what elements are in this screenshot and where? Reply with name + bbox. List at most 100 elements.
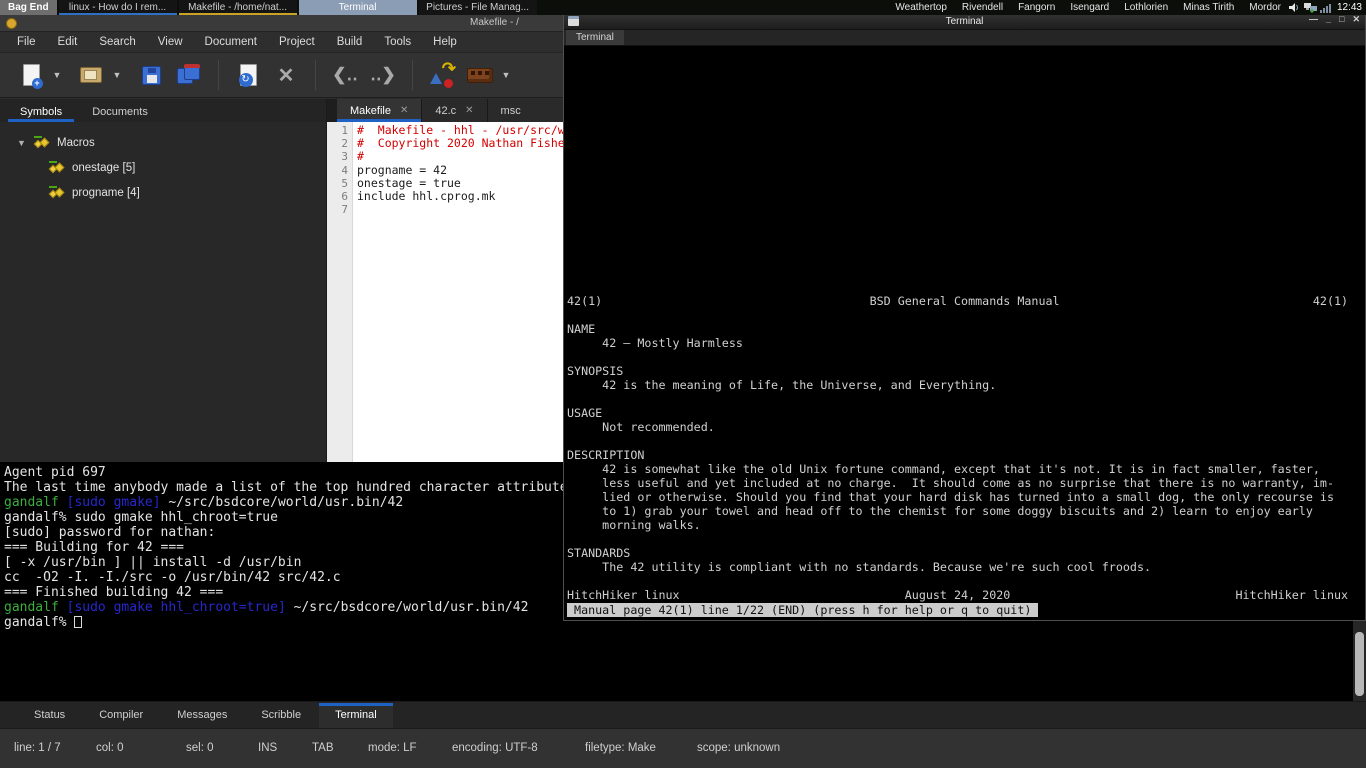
- macro-icon: [33, 135, 50, 150]
- menu-build[interactable]: Build: [328, 34, 372, 50]
- statusbar: line: 1 / 7 col: 0 sel: 0 INS TAB mode: …: [0, 728, 1366, 768]
- editor-tab-label: Makefile: [350, 104, 391, 117]
- status-insert-mode: INS: [258, 742, 278, 754]
- build-icon[interactable]: [461, 57, 499, 93]
- geany-app-icon: [6, 18, 17, 29]
- editor-tab-42c[interactable]: 42.c ✕: [422, 99, 488, 122]
- clock: 12:43: [1336, 2, 1362, 13]
- taskbar-window-terminal[interactable]: Terminal: [298, 0, 417, 15]
- signal-strength-icon[interactable]: [1319, 2, 1333, 13]
- menu-tools[interactable]: Tools: [375, 34, 420, 50]
- terminal-tab[interactable]: Terminal: [566, 30, 624, 45]
- tab-compiler[interactable]: Compiler: [83, 703, 159, 728]
- workspace-switcher: Weathertop Rivendell Fangorn Isengard Lo…: [895, 0, 1281, 15]
- geany-window-title: Makefile - /: [470, 17, 519, 28]
- status-selection: sel: 0: [186, 742, 214, 754]
- workspace-minas-tirith[interactable]: Minas Tirith: [1183, 2, 1234, 13]
- shade-button[interactable]: —: [1309, 14, 1318, 25]
- workspace-fangorn[interactable]: Fangorn: [1018, 2, 1055, 13]
- tree-item-label: Macros: [57, 136, 95, 149]
- tab-documents[interactable]: Documents: [80, 103, 160, 122]
- editor-tab-label: 42.c: [435, 104, 457, 117]
- menu-help[interactable]: Help: [424, 34, 466, 50]
- line-number-gutter: 1 2 3 4 5 6 7: [327, 122, 353, 462]
- navigate-forward-icon[interactable]: ‥❯: [364, 57, 402, 93]
- taskbar-menu-button[interactable]: Bag End: [0, 0, 57, 15]
- workspace-rivendell[interactable]: Rivendell: [962, 2, 1003, 13]
- menu-search[interactable]: Search: [90, 34, 144, 50]
- terminal-content[interactable]: 42(1) BSD General Commands Manual 42(1) …: [564, 46, 1365, 619]
- tree-item-label: progname [4]: [72, 186, 140, 199]
- taskbar-window-makefile[interactable]: Makefile - /home/nat...: [178, 0, 297, 15]
- menu-edit[interactable]: Edit: [49, 34, 87, 50]
- revert-icon[interactable]: ↻: [229, 57, 267, 93]
- system-tray: [1288, 0, 1333, 15]
- tab-close-icon[interactable]: ✕: [465, 105, 473, 116]
- minimize-button[interactable]: _: [1326, 14, 1331, 25]
- volume-icon[interactable]: [1288, 2, 1301, 13]
- open-file-icon[interactable]: [72, 57, 110, 93]
- tab-status[interactable]: Status: [18, 703, 81, 728]
- workspace-mordor[interactable]: Mordor: [1249, 2, 1281, 13]
- compile-icon[interactable]: ↷: [423, 57, 461, 93]
- tab-symbols[interactable]: Symbols: [8, 103, 75, 122]
- tab-terminal[interactable]: Terminal: [319, 702, 393, 728]
- menu-project[interactable]: Project: [270, 34, 324, 50]
- taskbar-window-linux[interactable]: linux - How do I rem...: [58, 0, 177, 15]
- macro-icon: [48, 185, 65, 200]
- tree-expander-icon[interactable]: ▼: [17, 138, 27, 148]
- editor-tab-makefile[interactable]: Makefile ✕: [337, 99, 423, 122]
- taskbar-underline: [58, 13, 177, 15]
- toolbar-separator: [315, 60, 316, 90]
- save-icon[interactable]: [132, 57, 170, 93]
- terminal-window-title: Terminal: [945, 15, 984, 27]
- build-dropdown-icon[interactable]: ▼: [499, 57, 513, 93]
- tab-messages[interactable]: Messages: [161, 703, 243, 728]
- embedded-terminal-output: Agent pid 697 The last time anybody made …: [4, 465, 631, 630]
- workspace-isengard[interactable]: Isengard: [1070, 2, 1109, 13]
- status-line-ending: mode: LF: [368, 742, 417, 754]
- workspace-weathertop[interactable]: Weathertop: [895, 2, 947, 13]
- status-scope: scope: unknown: [697, 742, 781, 754]
- macro-icon: [48, 160, 65, 175]
- tab-scribble[interactable]: Scribble: [245, 703, 317, 728]
- tree-item-label: onestage [5]: [72, 161, 136, 174]
- close-button[interactable]: ✕: [1352, 14, 1360, 25]
- status-line: line: 1 / 7: [14, 742, 61, 754]
- open-file-dropdown-icon[interactable]: ▼: [110, 57, 124, 93]
- status-encoding: encoding: UTF-8: [452, 742, 538, 754]
- taskbar: Bag End linux - How do I rem... Makefile…: [0, 0, 1366, 15]
- message-window-tabs: Status Compiler Messages Scribble Termin…: [0, 701, 1366, 728]
- workspace-lothlorien[interactable]: Lothlorien: [1124, 2, 1168, 13]
- toolbar-separator: [412, 60, 413, 90]
- menu-file[interactable]: File: [8, 34, 45, 50]
- pager-status-line: Manual page 42(1) line 1/22 (END) (press…: [567, 603, 1039, 617]
- editor-tab-label: msc: [500, 104, 521, 117]
- maximize-button[interactable]: □: [1339, 14, 1344, 25]
- tree-item-onestage[interactable]: onestage [5]: [8, 155, 326, 180]
- new-document-icon[interactable]: +: [12, 57, 50, 93]
- terminal-tab-bar: Terminal: [564, 30, 1365, 46]
- new-document-dropdown-icon[interactable]: ▼: [50, 57, 64, 93]
- menu-document[interactable]: Document: [196, 34, 266, 50]
- sidebar: Symbols Documents ▼ Macros onestage [5]: [0, 99, 327, 462]
- scrollbar-thumb[interactable]: [1355, 632, 1364, 696]
- close-document-icon[interactable]: ✕: [267, 57, 305, 93]
- taskbar-window-pictures[interactable]: Pictures - File Manag...: [418, 0, 537, 15]
- menu-view[interactable]: View: [149, 34, 192, 50]
- terminal-window: Terminal — _ □ ✕ Terminal 42(1) BSD Gene…: [563, 12, 1366, 621]
- taskbar-underline: [178, 13, 297, 15]
- tree-item-macros[interactable]: ▼ Macros: [8, 130, 326, 155]
- tree-item-progname[interactable]: progname [4]: [8, 180, 326, 205]
- toolbar-separator: [218, 60, 219, 90]
- symbol-tree: ▼ Macros onestage [5] progname [4]: [0, 122, 326, 205]
- sidebar-tab-bar: Symbols Documents: [0, 99, 326, 122]
- navigate-back-icon[interactable]: ❮‥: [326, 57, 364, 93]
- tab-close-icon[interactable]: ✕: [400, 105, 408, 116]
- status-column: col: 0: [96, 742, 124, 754]
- status-filetype: filetype: Make: [585, 742, 656, 754]
- status-tab-mode: TAB: [312, 742, 334, 754]
- network-icon[interactable]: [1303, 2, 1317, 13]
- terminal-titlebar[interactable]: Terminal — _ □ ✕: [564, 13, 1365, 30]
- save-all-icon[interactable]: [170, 57, 208, 93]
